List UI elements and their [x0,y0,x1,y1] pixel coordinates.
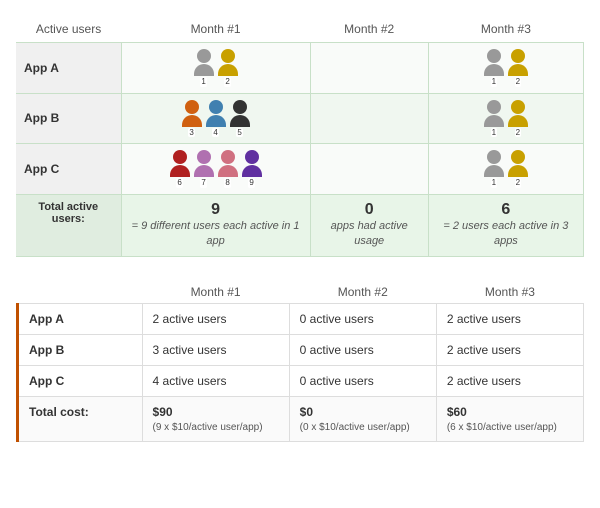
summary-month3: 6 = 2 users each active in 3 apps [428,194,583,256]
app-month3-cell: 1 2 [428,144,583,195]
user-icon: 5 [230,100,250,138]
col-header-month2-bot: Month #2 [289,281,436,304]
col-header-active-users: Active users [16,16,121,43]
app-label: App B [16,93,121,144]
user-icon: 1 [484,100,504,138]
user-icon: 3 [182,100,202,138]
user-icon: 2 [508,100,528,138]
total-month3: $60 (6 x $10/active user/app) [436,396,583,441]
total-label: Total cost: [18,396,143,441]
col-header-month1-bot: Month #1 [142,281,289,304]
app-month2-cell [310,93,428,144]
app-label: App A [16,43,121,94]
user-icon: 1 [484,150,504,188]
bot-month1-cell: 3 active users [142,334,289,365]
bot-month1-cell: 4 active users [142,365,289,396]
app-month3-cell: 1 2 [428,93,583,144]
user-icon: 1 [484,49,504,87]
app-month2-cell [310,144,428,195]
bot-month3-cell: 2 active users [436,334,583,365]
bot-app-label: App C [18,365,143,396]
user-icon: 8 [218,150,238,188]
user-icon: 4 [206,100,226,138]
user-icon: 6 [170,150,190,188]
user-icon: 1 [194,49,214,87]
bot-month3-cell: 2 active users [436,303,583,334]
total-month1: $90 (9 x $10/active user/app) [142,396,289,441]
bot-month2-cell: 0 active users [289,365,436,396]
col-header-empty [18,281,143,304]
col-header-month3-top: Month #3 [428,16,583,43]
col-header-month1-top: Month #1 [121,16,310,43]
app-month3-cell: 1 2 [428,43,583,94]
col-header-month3-bot: Month #3 [436,281,583,304]
active-users-table: Active users Month #1 Month #2 Month #3 … [16,16,584,257]
bot-month2-cell: 0 active users [289,303,436,334]
bot-app-label: App B [18,334,143,365]
bot-month3-cell: 2 active users [436,365,583,396]
total-month2: $0 (0 x $10/active user/app) [289,396,436,441]
bot-month2-cell: 0 active users [289,334,436,365]
user-icon: 7 [194,150,214,188]
user-icon: 2 [218,49,238,87]
app-label: App C [16,144,121,195]
bot-app-label: App A [18,303,143,334]
app-month2-cell [310,43,428,94]
app-month1-cell: 3 4 5 [121,93,310,144]
summary-label: Total active users: [16,194,121,256]
bot-month1-cell: 2 active users [142,303,289,334]
app-month1-cell: 1 2 [121,43,310,94]
summary-month1: 9 = 9 different users each active in 1 a… [121,194,310,256]
user-icon: 2 [508,150,528,188]
app-month1-cell: 6 7 8 9 [121,144,310,195]
summary-month2: 0 apps had active usage [310,194,428,256]
user-icon: 9 [242,150,262,188]
col-header-month2-top: Month #2 [310,16,428,43]
user-icon: 2 [508,49,528,87]
cost-table: Month #1 Month #2 Month #3 App A 2 activ… [16,281,584,442]
